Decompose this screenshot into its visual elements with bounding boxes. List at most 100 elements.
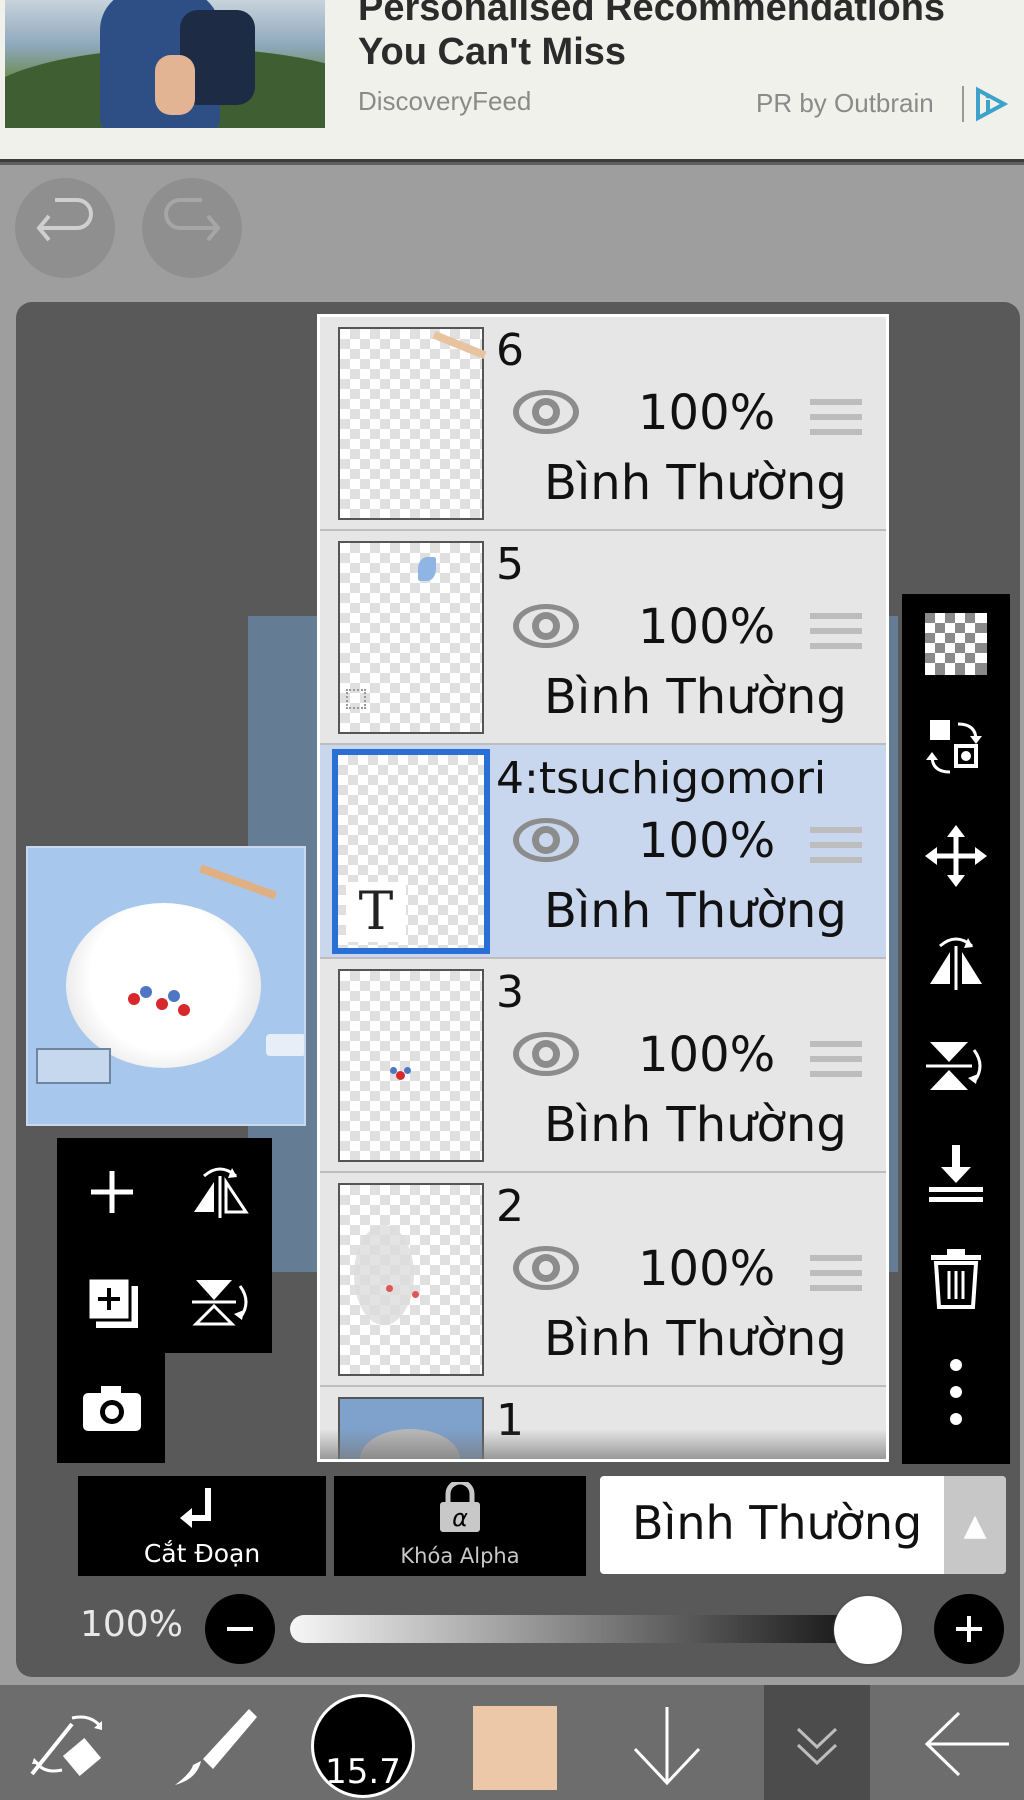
- camera-icon: [83, 1386, 141, 1431]
- clipping-label: Cắt Đoạn: [143, 1539, 261, 1568]
- duplicate-layer-icon: [86, 1276, 138, 1328]
- layer-thumbnail: [338, 541, 484, 734]
- layer-row[interactable]: 2 100% Bình Thường: [320, 1173, 886, 1387]
- visibility-eye-icon[interactable]: [510, 813, 582, 867]
- minus-icon: [227, 1627, 253, 1631]
- trash-icon: [931, 1249, 981, 1309]
- dropdown-arrow-icon: ▲: [944, 1476, 1006, 1574]
- redo-button[interactable]: [142, 178, 242, 278]
- ad-banner[interactable]: Personalised Recommendations You Can't M…: [0, 0, 1024, 162]
- transform-icon: [30, 1715, 102, 1776]
- more-options-button[interactable]: [902, 1342, 1010, 1442]
- redo-icon: [164, 198, 221, 242]
- layer-name: 4:tsuchigomori: [496, 753, 827, 804]
- layer-blend-mode: Bình Thường: [544, 669, 847, 725]
- flip-horizontal-icon: [930, 937, 982, 990]
- visibility-eye-icon[interactable]: [510, 1027, 582, 1081]
- flip-horizontal-button[interactable]: [170, 1142, 270, 1242]
- brush-size-indicator[interactable]: 15.7: [311, 1694, 415, 1798]
- flip-horizontal-right-button[interactable]: [902, 912, 1010, 1012]
- drag-handle-icon[interactable]: [810, 827, 862, 867]
- flip-vertical-right-button[interactable]: [902, 1016, 1010, 1116]
- camera-button[interactable]: [62, 1358, 162, 1458]
- opacity-slider-track[interactable]: [290, 1615, 900, 1643]
- drag-handle-icon[interactable]: [810, 613, 862, 653]
- current-color-swatch[interactable]: [473, 1706, 557, 1790]
- swap-icon: [926, 720, 982, 774]
- layer-row-selected[interactable]: T 4:tsuchigomori 100% Bình Thường: [320, 745, 886, 959]
- layer-thumbnail: T: [332, 749, 490, 954]
- arrow-down-icon: [633, 1707, 701, 1786]
- layer-thumbnail: [338, 327, 487, 520]
- opacity-slider-thumb[interactable]: [834, 1596, 902, 1664]
- layer-list[interactable]: 6 100% Bình Thường 5 100% Bình Thường T …: [317, 314, 889, 1462]
- drag-handle-icon[interactable]: [810, 1255, 862, 1295]
- visibility-eye-icon[interactable]: [510, 599, 582, 653]
- checkerboard-icon: [925, 613, 987, 675]
- layer-opacity: 100%: [638, 1027, 776, 1083]
- opacity-increase-button[interactable]: [934, 1594, 1004, 1664]
- brush-icon: [175, 1709, 257, 1785]
- layer-tools-right: [902, 594, 1010, 1464]
- arrow-left-icon: [924, 1711, 1009, 1777]
- flip-vertical-icon: [192, 1280, 248, 1326]
- drag-handle-icon[interactable]: [810, 399, 862, 439]
- brush-tool-button[interactable]: [160, 1692, 270, 1796]
- layer-thumbnail: [338, 969, 484, 1162]
- text-layer-badge: T: [346, 882, 406, 942]
- layer-down-button[interactable]: [612, 1692, 722, 1796]
- ad-title[interactable]: Personalised Recommendations You Can't M…: [358, 0, 1018, 74]
- ad-sponsor[interactable]: PR by Outbrain: [756, 88, 934, 119]
- layer-name: 5: [496, 539, 524, 590]
- add-layer-button[interactable]: [62, 1142, 162, 1242]
- move-icon: [925, 825, 987, 887]
- alpha-lock-button[interactable]: α Khóa Alpha: [334, 1476, 586, 1576]
- layer-row[interactable]: 3 100% Bình Thường: [320, 959, 886, 1173]
- transform-tool-button[interactable]: [12, 1692, 122, 1796]
- ad-image[interactable]: [5, 0, 325, 128]
- move-button[interactable]: [902, 806, 1010, 906]
- flip-vertical-button[interactable]: [170, 1252, 270, 1352]
- layer-blend-mode: Bình Thường: [544, 1311, 847, 1367]
- back-button[interactable]: [912, 1692, 1022, 1796]
- collapse-panel-button[interactable]: [764, 1685, 870, 1800]
- visibility-eye-icon[interactable]: [510, 385, 582, 439]
- undo-icon: [36, 198, 93, 242]
- delete-layer-button[interactable]: [902, 1228, 1010, 1328]
- ad-divider: [962, 86, 964, 122]
- transparency-button[interactable]: [902, 594, 1010, 694]
- merge-down-icon: [929, 1145, 983, 1202]
- clip-arrow-icon: [180, 1488, 211, 1528]
- opacity-value: 100%: [80, 1604, 183, 1645]
- canvas-preview[interactable]: [26, 846, 306, 1126]
- adchoices-icon[interactable]: [970, 84, 1010, 124]
- blend-mode-value: Bình Thường: [632, 1496, 923, 1550]
- layer-blend-mode: Bình Thường: [544, 883, 847, 939]
- drag-handle-icon[interactable]: [810, 1041, 862, 1081]
- more-vertical-icon: [950, 1359, 962, 1425]
- layer-opacity: 100%: [638, 385, 776, 441]
- clipping-button[interactable]: Cắt Đoạn: [78, 1476, 326, 1576]
- swap-layer-button[interactable]: [902, 698, 1010, 798]
- add-layer-copy-button[interactable]: [62, 1252, 162, 1352]
- double-chevron-down-icon: [796, 1727, 838, 1766]
- flip-horizontal-icon: [194, 1167, 249, 1218]
- layer-thumbnail: [338, 1183, 484, 1376]
- undo-button[interactable]: [15, 178, 115, 278]
- alpha-lock-label: Khóa Alpha: [400, 1544, 520, 1568]
- flip-vertical-icon: [926, 1042, 982, 1090]
- layer-opacity: 100%: [638, 1241, 776, 1297]
- opacity-decrease-button[interactable]: [205, 1594, 275, 1664]
- layer-blend-mode: Bình Thường: [544, 455, 847, 511]
- layer-row[interactable]: 6 100% Bình Thường: [320, 317, 886, 531]
- ad-source: DiscoveryFeed: [358, 86, 532, 116]
- merge-down-button[interactable]: [902, 1122, 1010, 1222]
- alpha-symbol: α: [452, 1504, 468, 1532]
- layer-name: 2: [496, 1181, 524, 1232]
- visibility-eye-icon[interactable]: [510, 1241, 582, 1295]
- layer-opacity: 100%: [638, 813, 776, 869]
- plus-icon: [956, 1616, 982, 1642]
- layer-row[interactable]: 5 100% Bình Thường: [320, 531, 886, 745]
- blend-mode-select[interactable]: Bình Thường ▲: [600, 1476, 1006, 1574]
- layer-name: 3: [496, 967, 524, 1018]
